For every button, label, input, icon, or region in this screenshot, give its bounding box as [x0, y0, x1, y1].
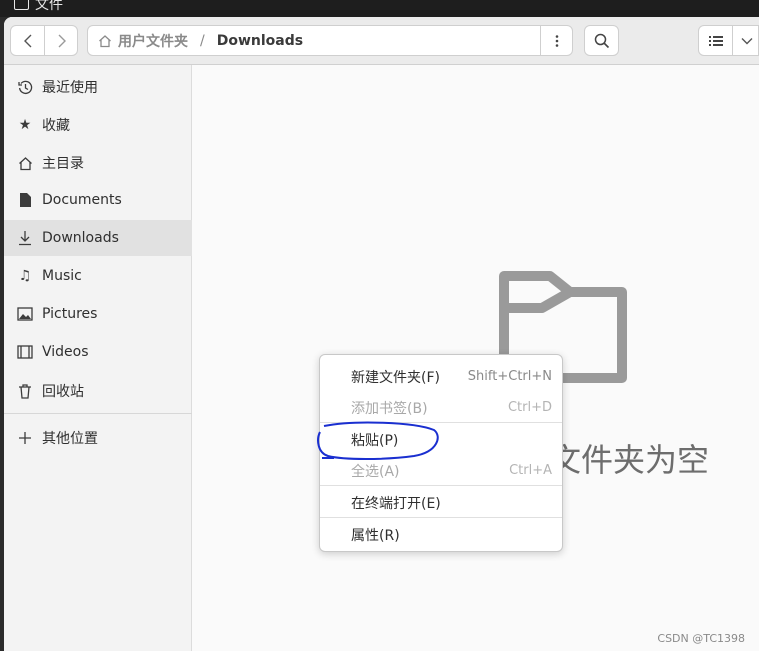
headerbar: 用户文件夹 / Downloads	[4, 17, 759, 65]
menu-item-shortcut: Ctrl+D	[507, 400, 552, 415]
sidebar-item-label: Music	[42, 268, 82, 284]
menu-item-label: 新建文件夹(F)	[351, 369, 440, 386]
document-icon	[17, 192, 33, 208]
picture-icon	[17, 306, 33, 322]
sidebar-item-documents[interactable]: Documents	[4, 182, 192, 218]
path-menu-button[interactable]	[540, 26, 572, 55]
menu-item-new-folder[interactable]: 新建文件夹(F) Shift+Ctrl+N	[320, 361, 562, 392]
sidebar: 最近使用 ★ 收藏 主目录 Documents Downloads ♫ Musi…	[4, 65, 192, 651]
folder-icon	[14, 0, 29, 10]
menu-item-properties[interactable]: 属性(R)	[320, 519, 562, 550]
vertical-dots-icon	[555, 34, 558, 47]
sidebar-item-label: Downloads	[42, 230, 119, 246]
sidebar-item-label: Videos	[42, 344, 89, 360]
sidebar-divider	[4, 413, 192, 414]
watermark: CSDN @TC1398	[657, 632, 745, 645]
view-buttons	[698, 25, 759, 56]
sidebar-item-label: 主目录	[42, 156, 84, 172]
menu-item-open-terminal[interactable]: 在终端打开(E)	[320, 487, 562, 518]
film-icon	[17, 344, 33, 360]
home-icon	[17, 155, 33, 171]
sidebar-item-label: 收藏	[42, 118, 70, 134]
sidebar-item-music[interactable]: ♫ Music	[4, 258, 192, 294]
top-panel: 文件	[0, 0, 759, 17]
menu-item-label: 属性(R)	[351, 527, 400, 544]
sidebar-item-label: 其他位置	[42, 431, 98, 447]
menu-item-shortcut: Ctrl+A	[509, 463, 552, 478]
menu-item-shortcut: Shift+Ctrl+N	[467, 369, 552, 384]
menu-item-add-bookmark: 添加书签(B) Ctrl+D	[320, 392, 562, 423]
star-icon: ★	[18, 117, 32, 133]
home-icon	[99, 34, 111, 47]
path-separator: /	[200, 32, 205, 49]
app-name: 文件	[35, 0, 63, 13]
list-view-button[interactable]	[699, 26, 732, 55]
path-current[interactable]: Downloads	[217, 33, 303, 49]
view-options-button[interactable]	[733, 26, 759, 55]
sidebar-item-label: Documents	[42, 192, 122, 208]
menu-divider	[320, 485, 562, 486]
clock-icon	[17, 79, 33, 95]
hand-drawn-circle-annotation	[317, 421, 439, 460]
menu-divider	[320, 517, 562, 518]
path-home[interactable]: 用户文件夹	[118, 31, 188, 51]
music-note-icon: ♫	[18, 268, 32, 284]
sidebar-item-downloads[interactable]: Downloads	[4, 220, 192, 256]
sidebar-item-label: Pictures	[42, 306, 98, 322]
sidebar-item-trash[interactable]: 回收站	[4, 373, 192, 409]
back-button[interactable]	[11, 26, 44, 55]
forward-button[interactable]	[45, 26, 78, 55]
sidebar-item-other-locations[interactable]: 其他位置	[4, 420, 192, 456]
sidebar-item-videos[interactable]: Videos	[4, 334, 192, 370]
file-manager-window: 用户文件夹 / Downloads 最近使用 ★ 收藏 主目录 Document…	[4, 17, 759, 651]
plus-icon	[17, 430, 33, 446]
sidebar-item-pictures[interactable]: Pictures	[4, 296, 192, 332]
list-view-icon	[708, 35, 723, 46]
search-icon	[594, 33, 609, 48]
sidebar-item-home[interactable]: 主目录	[4, 145, 192, 181]
chevron-right-icon	[58, 34, 66, 47]
sidebar-item-starred[interactable]: ★ 收藏	[4, 107, 192, 143]
menu-item-label: 添加书签(B)	[351, 400, 428, 417]
empty-folder-message: 文件夹为空	[549, 441, 710, 479]
search-button[interactable]	[584, 25, 619, 56]
menu-item-label: 在终端打开(E)	[351, 495, 441, 512]
sidebar-item-label: 回收站	[42, 384, 84, 400]
chevron-left-icon	[23, 34, 31, 47]
chevron-down-icon	[741, 37, 752, 44]
navigation-buttons	[10, 25, 78, 56]
path-bar: 用户文件夹 / Downloads	[87, 25, 573, 56]
download-icon	[17, 230, 33, 246]
sidebar-item-label: 最近使用	[42, 80, 98, 96]
trash-icon	[17, 383, 33, 399]
sidebar-item-recent[interactable]: 最近使用	[4, 69, 192, 105]
